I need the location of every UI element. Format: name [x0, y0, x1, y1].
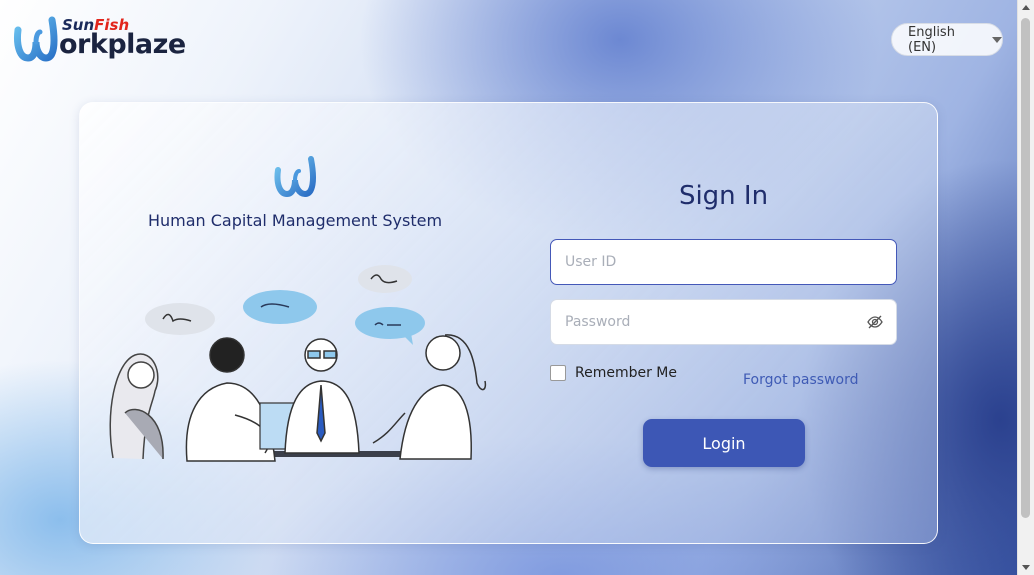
- person-ponytail: [372, 334, 487, 460]
- logo-workplaze-text: orkplaze: [59, 29, 186, 60]
- remember-me-checkbox[interactable]: [550, 365, 566, 381]
- workplaze-logo: SunFish orkplaze: [12, 14, 187, 66]
- person-with-tie: [284, 338, 360, 454]
- scrollbar[interactable]: [1017, 0, 1034, 575]
- password-field[interactable]: [550, 299, 897, 345]
- scroll-down-arrow-icon[interactable]: [1022, 565, 1030, 570]
- workplaze-w-logo-icon: [14, 16, 58, 62]
- caret-down-icon: [992, 36, 1002, 43]
- login-button[interactable]: Login: [643, 419, 805, 467]
- scrollbar-thumb[interactable]: [1021, 18, 1030, 518]
- remember-me[interactable]: Remember Me: [550, 365, 677, 381]
- user-id-field[interactable]: [550, 239, 897, 285]
- eye-slash-icon[interactable]: [866, 313, 884, 331]
- password-input[interactable]: [563, 313, 866, 331]
- sign-in-heading: Sign In: [678, 181, 769, 211]
- hcm-title: Human Capital Management System: [147, 211, 443, 230]
- speech-bubbles: [145, 265, 425, 345]
- remember-me-label: Remember Me: [575, 365, 677, 381]
- team-meeting-illustration: [109, 265, 487, 462]
- workplaze-w-brand-icon: [274, 156, 316, 198]
- scroll-up-arrow-icon[interactable]: [1022, 5, 1030, 10]
- login-card: Human Capital Management System Sign In …: [79, 102, 938, 544]
- user-id-input[interactable]: [563, 253, 884, 271]
- language-label: English (EN): [908, 24, 955, 55]
- person-hijab: [109, 353, 164, 460]
- language-dropdown[interactable]: English (EN): [891, 23, 1003, 56]
- forgot-password-link[interactable]: Forgot password: [743, 372, 859, 388]
